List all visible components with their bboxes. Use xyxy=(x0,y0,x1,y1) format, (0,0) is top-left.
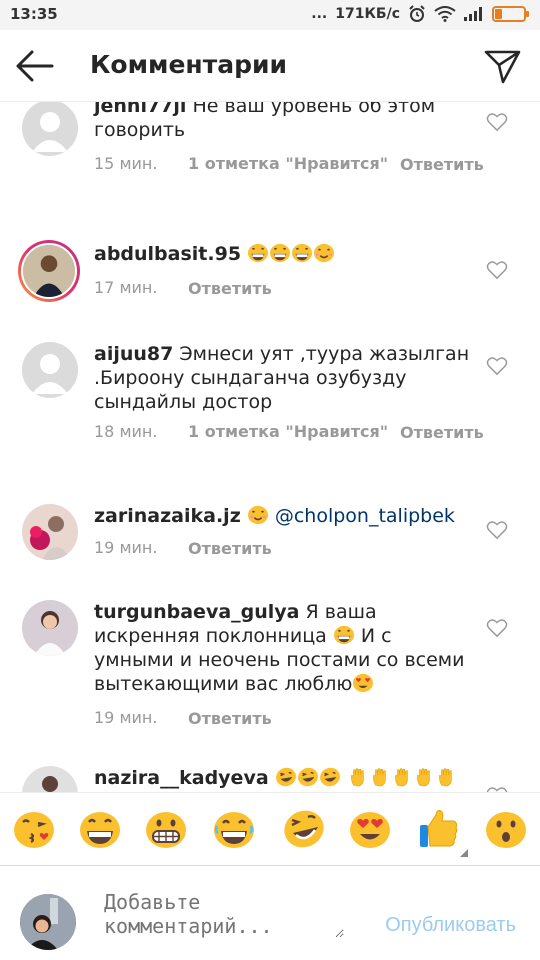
grimace-emoji-icon xyxy=(146,812,186,848)
heart-icon[interactable] xyxy=(486,520,508,540)
comment-text: jenni77ji Не ваш уровень об этом говорит… xyxy=(94,102,474,142)
reply-button[interactable]: Ответить xyxy=(400,154,484,175)
signal-icon xyxy=(464,7,482,21)
avatar[interactable] xyxy=(22,766,78,792)
status-bar: 13:35 ... 171КБ/с xyxy=(0,0,540,30)
raised-hand-emoji-icon xyxy=(350,768,364,787)
comment-username[interactable]: nazira__kadyeva xyxy=(94,767,269,789)
grin-emoji-icon xyxy=(248,243,269,263)
wifi-icon xyxy=(434,6,456,22)
comment-text: nazira__kadyeva xyxy=(94,766,494,790)
laugh-wink-emoji-icon xyxy=(284,810,324,848)
grin-squint-emoji-icon xyxy=(214,812,254,848)
comment-username[interactable]: zarinazaika.jz xyxy=(94,505,241,527)
comment-text: abdulbasit.95 xyxy=(94,242,474,266)
grimace-emoji-button[interactable] xyxy=(144,807,188,851)
comment-text: zarinazaika.jz @cholpon_talipbek xyxy=(94,504,474,528)
raised-hand-emoji-icon xyxy=(372,768,386,787)
heart-icon[interactable] xyxy=(486,112,508,132)
battery-icon xyxy=(492,6,529,22)
comment-input[interactable] xyxy=(104,890,344,938)
kissing-heart-emoji-icon xyxy=(14,812,54,848)
mention-link[interactable]: @cholpon_talipbek xyxy=(275,505,455,527)
header: Комментарии xyxy=(0,30,540,102)
reply-button[interactable]: Ответить xyxy=(188,538,272,559)
comment-likes[interactable]: 1 отметка "Нравится" xyxy=(188,422,400,443)
surprised-emoji-icon xyxy=(486,812,526,848)
reply-button[interactable]: Ответить xyxy=(188,278,272,299)
comment-text: aijuu87 Эмнеси уят ,туура жазылган .Биро… xyxy=(94,342,474,414)
thumbs-up-emoji-button[interactable] xyxy=(416,807,460,851)
emoji-quick-bar xyxy=(0,792,540,866)
laugh-wink-emoji-button[interactable] xyxy=(282,807,326,851)
reply-button[interactable]: Ответить xyxy=(188,708,272,729)
comment-composer: Опубликовать xyxy=(0,866,540,960)
grin-emoji-button[interactable] xyxy=(78,807,122,851)
thumbs-up-emoji-icon xyxy=(420,810,458,847)
raised-hand-emoji-icon xyxy=(394,768,408,787)
own-avatar xyxy=(20,894,76,950)
comments-list[interactable]: jenni77ji Не ваш уровень об этом говорит… xyxy=(0,102,540,792)
network-speed: 171КБ/с xyxy=(335,6,400,22)
laugh-wink-emoji-icon xyxy=(297,767,318,787)
comment-time: 19 мин. xyxy=(94,538,158,557)
raised-hand-emoji-icon xyxy=(416,768,430,787)
comment-meta: 19 мин. Ответить xyxy=(94,538,272,559)
heart-eyes-emoji-button[interactable] xyxy=(348,807,392,851)
grin-emoji-icon xyxy=(270,243,291,263)
status-indicators: ... 171КБ/с xyxy=(311,5,530,23)
avatar[interactable] xyxy=(22,342,78,398)
alarm-icon xyxy=(409,5,425,22)
comment-time: 15 мин. xyxy=(94,154,158,173)
grin-emoji-icon xyxy=(80,812,120,848)
smile-emoji-icon xyxy=(247,505,268,525)
comment-username[interactable]: jenni77ji xyxy=(94,102,186,117)
heart-eyes-emoji-icon xyxy=(353,673,374,693)
grin-emoji-icon xyxy=(292,243,313,263)
grin-squint-emoji-button[interactable] xyxy=(212,807,256,851)
heart-icon[interactable] xyxy=(486,618,508,638)
status-time: 13:35 xyxy=(10,5,58,23)
heart-icon[interactable] xyxy=(486,260,508,280)
reply-button[interactable]: Ответить xyxy=(400,422,484,443)
avatar[interactable] xyxy=(22,504,78,560)
smile-emoji-icon xyxy=(314,243,335,263)
laugh-wink-emoji-icon xyxy=(275,767,296,787)
comment-time: 18 мин. xyxy=(94,422,158,441)
back-arrow-icon[interactable] xyxy=(14,48,54,84)
comment-meta: 18 мин. 1 отметка "Нравится" Ответить xyxy=(94,422,484,443)
comment-username[interactable]: aijuu87 xyxy=(94,343,173,365)
grin-emoji-icon xyxy=(333,625,354,645)
heart-eyes-emoji-icon xyxy=(350,812,390,848)
avatar[interactable] xyxy=(18,240,80,302)
direct-send-icon[interactable] xyxy=(482,46,522,86)
surprised-emoji-button[interactable] xyxy=(484,807,528,851)
publish-button[interactable]: Опубликовать xyxy=(385,914,516,937)
comment-time: 17 мин. xyxy=(94,278,158,297)
comment-time: 19 мин. xyxy=(94,708,158,727)
raised-hand-emoji-icon xyxy=(438,768,452,787)
kissing-heart-emoji-button[interactable] xyxy=(12,807,56,851)
comment-username[interactable]: turgunbaeva_gulya xyxy=(94,601,300,623)
comment-likes[interactable]: 1 отметка "Нравится" xyxy=(188,154,400,175)
comment-text: turgunbaeva_gulya Я ваша искренняя покло… xyxy=(94,600,474,696)
comment-username[interactable]: abdulbasit.95 xyxy=(94,243,241,265)
page-title: Комментарии xyxy=(90,50,287,79)
emoji-more-indicator xyxy=(460,849,468,857)
heart-icon[interactable] xyxy=(486,356,508,376)
comment-meta: 17 мин. Ответить xyxy=(94,278,272,299)
status-dots: ... xyxy=(311,6,328,22)
avatar[interactable] xyxy=(22,600,78,656)
comment-meta: 19 мин. Ответить xyxy=(94,708,272,729)
avatar[interactable] xyxy=(22,102,78,156)
comment-meta: 15 мин. 1 отметка "Нравится" Ответить xyxy=(94,154,484,175)
laugh-wink-emoji-icon xyxy=(319,767,340,787)
